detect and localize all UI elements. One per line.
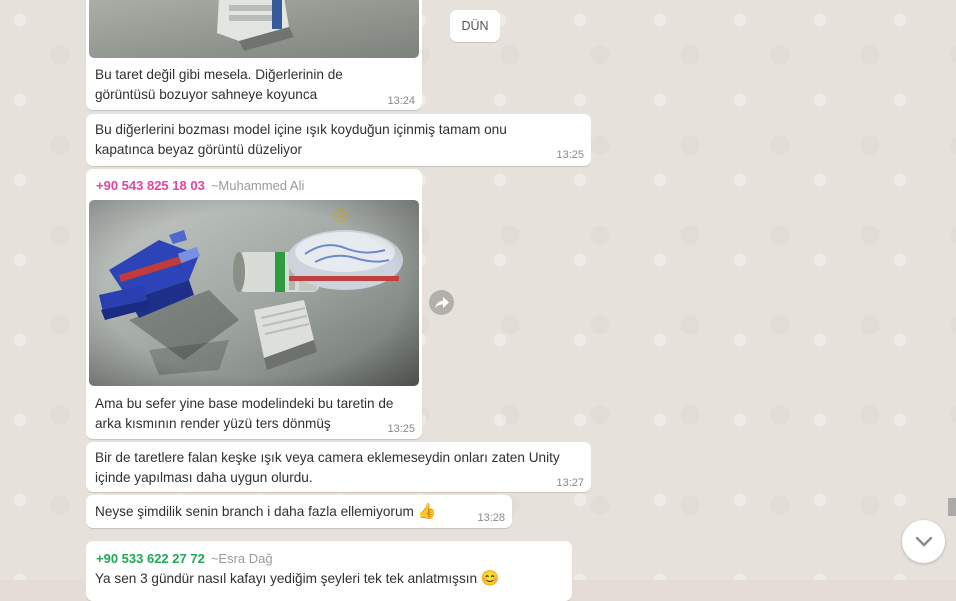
sender-name: ~Esra Dağ [210, 551, 273, 566]
message-bubble[interactable]: Neyse şimdilik senin branch i daha fazla… [86, 495, 512, 528]
scrollbar-thumb[interactable] [948, 498, 956, 516]
sender-name: ~Muhammed Ali [210, 178, 305, 193]
message-text: Ama bu sefer yine base modelindeki bu ta… [95, 396, 394, 431]
sender-line: +90 543 825 18 03 ~Muhammed Ali [96, 177, 304, 195]
message-time: 13:24 [387, 95, 415, 107]
message-text: Ya sen 3 gündür nasıl kafayı yediğim şey… [95, 571, 478, 586]
message-text: Bu taret değil gibi mesela. Diğerlerinin… [95, 67, 343, 102]
message-text: Bir de taretlere falan keşke ışık veya c… [95, 450, 560, 485]
message-time: 13:25 [387, 423, 415, 435]
message-text-line: Ya sen 3 gündür nasıl kafayı yediğim şey… [95, 569, 500, 589]
forward-button[interactable] [429, 290, 454, 315]
sender-phone[interactable]: +90 533 622 27 72 [96, 551, 205, 566]
message-bubble[interactable]: +90 543 825 18 03 ~Muhammed Ali Ama bu s… [86, 169, 422, 439]
message-image[interactable] [89, 0, 419, 58]
thumbs-up-emoji: 👍 [417, 503, 437, 520]
message-time: 13:25 [556, 149, 584, 161]
message-time: 13:28 [477, 512, 505, 524]
sender-phone[interactable]: +90 543 825 18 03 [96, 178, 205, 193]
message-text: Neyse şimdilik senin branch i daha fazla… [95, 504, 414, 519]
message-text-line: Neyse şimdilik senin branch i daha fazla… [95, 502, 436, 522]
scroll-down-button[interactable] [902, 520, 945, 563]
message-bubble[interactable]: +90 533 622 27 72 ~Esra Dağ Ya sen 3 günd… [86, 541, 572, 601]
message-bubble[interactable]: Bir de taretlere falan keşke ışık veya c… [86, 442, 591, 492]
message-bubble[interactable]: Bu taret değil gibi mesela. Diğerlerinin… [86, 0, 422, 110]
date-divider: DÜN [450, 10, 500, 42]
message-time: 13:27 [556, 477, 584, 489]
chevron-down-icon [915, 536, 932, 547]
sender-line: +90 533 622 27 72 ~Esra Dağ [96, 550, 273, 568]
message-image[interactable] [89, 200, 419, 386]
forward-arrow-icon [434, 296, 449, 308]
message-bubble[interactable]: Bu diğerlerini bozması model içine ışık … [86, 114, 591, 166]
smile-emoji: 😊 [480, 570, 500, 587]
message-text: Bu diğerlerini bozması model içine ışık … [95, 122, 507, 157]
